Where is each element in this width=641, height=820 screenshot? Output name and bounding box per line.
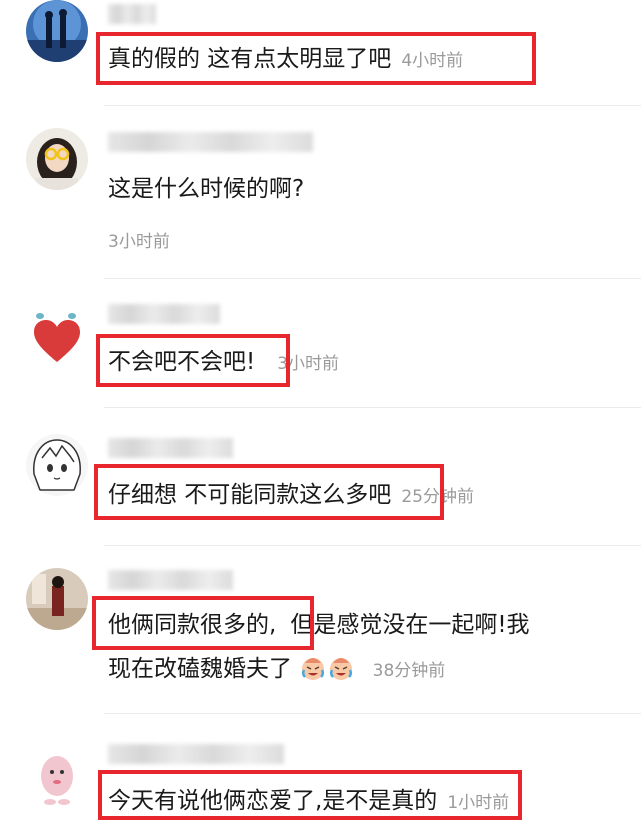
divider <box>104 545 641 546</box>
comment-item-4: 仔细想 不可能同款这么多吧 25分钟前 <box>0 428 641 548</box>
avatar[interactable] <box>26 750 88 812</box>
comment-item-2: 这是什么时候的啊? 3小时前 <box>0 128 641 278</box>
crying-laughing-emoji-icon <box>302 658 325 680</box>
highlight-box <box>94 464 444 520</box>
comment-item-6: 今天有说他俩恋爱了,是不是真的 1小时前 <box>0 740 641 820</box>
avatar[interactable] <box>26 0 88 62</box>
username-blurred[interactable] <box>108 570 233 590</box>
divider <box>104 713 641 714</box>
avatar[interactable] <box>26 308 88 370</box>
username-blurred[interactable] <box>108 438 233 458</box>
avatar[interactable] <box>26 128 88 190</box>
highlight-box <box>96 334 290 387</box>
highlight-box <box>98 770 522 820</box>
username-blurred[interactable] <box>108 304 220 324</box>
divider <box>104 278 641 279</box>
comment-time: 3小时前 <box>108 232 170 252</box>
username-blurred[interactable] <box>108 4 156 24</box>
highlight-box <box>92 596 314 650</box>
comment-time: 38分钟前 <box>372 661 446 681</box>
divider <box>104 407 641 408</box>
comment-item-1: 真的假的 这有点太明显了吧 4小时前 <box>0 0 641 110</box>
avatar[interactable] <box>26 568 88 630</box>
highlight-box <box>96 32 536 85</box>
comment-text-line2: 现在改磕魏婚夫了 38分钟前 <box>108 652 445 688</box>
avatar[interactable] <box>26 434 88 496</box>
crying-laughing-emoji-icon <box>330 658 353 680</box>
username-blurred[interactable] <box>108 132 313 152</box>
comment-item-5: 他俩同款很多的, 但是感觉没在一起啊!我 现在改磕魏婚夫了 38分钟前 <box>0 566 641 706</box>
divider <box>104 105 641 106</box>
username-blurred[interactable] <box>108 744 284 764</box>
comment-item-3: 不会吧不会吧! 3小时前 <box>0 298 641 408</box>
comment-text: 这是什么时候的啊? <box>108 176 305 202</box>
